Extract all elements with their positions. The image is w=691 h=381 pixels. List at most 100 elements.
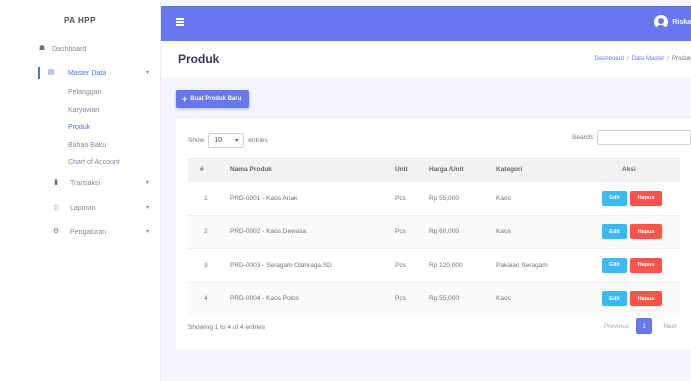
add-product-label: Buat Produk Baru	[190, 96, 242, 102]
cell-no: 4	[204, 295, 208, 303]
cell-harga: Rp 55,000	[429, 194, 459, 202]
chevron-down-icon: ▾	[146, 205, 150, 211]
col-header-aksi[interactable]: Aksi	[622, 157, 636, 181]
table-header: # ↑↓ Nama Produk ↑↓ Unit Harga /Unit Kat…	[188, 157, 680, 181]
cell-harga: Rp 55,000	[429, 295, 459, 303]
cell-harga: Rp 60,000	[429, 228, 459, 236]
database-icon: ▤	[47, 69, 55, 76]
plus-icon: +	[182, 93, 188, 104]
breadcrumb-current: Produk	[671, 56, 691, 62]
cell-nama: PRD-0004 - Kaos Polos	[230, 295, 300, 303]
cell-nama: PRD-0001 - Kaos Anak	[230, 194, 298, 202]
sort-icon: ↑↓	[673, 166, 678, 172]
file-icon: ▯	[54, 204, 58, 211]
product-table-card: Show 10 ▾ entries Search: # ↑↓ Nama Prod…	[176, 119, 691, 349]
user-menu[interactable]: Riska	[654, 15, 691, 29]
col-header-nama-produk[interactable]: Nama Produk	[230, 157, 272, 181]
breadcrumb-dashboard[interactable]: Dashboard	[595, 56, 624, 62]
cell-nama: PRD-0002 - Kaos Dewasa	[230, 228, 307, 236]
pagination: Previous 1 Next	[597, 318, 682, 334]
table-row: 4 PRD-0004 - Kaos Polos Pcs Rp 55,000 Ka…	[188, 281, 680, 316]
edit-button[interactable]: Edit	[602, 291, 627, 307]
chevron-down-icon: ▾	[146, 229, 150, 235]
row-actions: Edit Hapus	[602, 283, 662, 316]
cell-unit: Pcs	[395, 228, 406, 236]
col-header-harga[interactable]: Harga /Unit	[429, 157, 464, 181]
table-body: 1 PRD-0001 - Kaos Anak Pcs Rp 55,000 Kao…	[188, 181, 680, 315]
sidebar-subitem-bahan-baku[interactable]: Bahan Baku	[0, 137, 161, 155]
sidebar-item-dashboard[interactable]: ☗ Dashboard	[0, 38, 161, 60]
sidebar-subitem-karyawan[interactable]: Karyawan	[0, 102, 161, 120]
row-actions: Edit Hapus	[602, 216, 662, 249]
sidebar: PA HPP ☗ Dashboard ▤ Master Data ▾ Pelan…	[0, 0, 161, 381]
cell-no: 1	[204, 194, 208, 202]
cell-kategori: Pakaian Seragam	[496, 261, 548, 269]
entries-value: 10	[214, 137, 223, 144]
sidebar-item-transaksi[interactable]: ▮ Transaksi ▾	[0, 172, 161, 194]
entries-length-control: Show 10 ▾ entries	[188, 133, 268, 148]
col-header-unit[interactable]: Unit	[395, 157, 408, 181]
row-actions: Edit Hapus	[602, 182, 662, 215]
active-indicator	[38, 67, 40, 79]
cell-unit: Pcs	[395, 261, 406, 269]
cell-kategori: Kaos	[496, 295, 511, 303]
delete-button[interactable]: Hapus	[630, 190, 662, 206]
edit-button[interactable]: Edit	[602, 257, 627, 273]
product-table: # ↑↓ Nama Produk ↑↓ Unit Harga /Unit Kat…	[188, 157, 680, 315]
sidebar-item-laporan[interactable]: ▯ Laporan ▾	[0, 197, 161, 219]
pagination-page-1[interactable]: 1	[636, 318, 652, 334]
show-label: Show	[188, 137, 205, 144]
sidebar-item-label: Dashboard	[52, 45, 87, 53]
avatar	[654, 15, 669, 29]
pagination-next[interactable]: Next	[658, 318, 682, 334]
edit-button[interactable]: Edit	[602, 190, 627, 206]
sidebar-subitem-produk[interactable]: Produk	[0, 119, 161, 137]
cell-nama: PRD-0003 - Seragam Olahraga SD	[230, 261, 332, 269]
cogs-icon: ⚙	[52, 228, 60, 235]
col-header-kategori[interactable]: Kategori	[496, 157, 522, 181]
cell-kategori: Kaos	[496, 194, 511, 202]
sidebar-item-pengaturan[interactable]: ⚙ Pengaturan ▾	[0, 221, 161, 243]
delete-button[interactable]: Hapus	[630, 224, 662, 240]
col-header-no[interactable]: #	[200, 157, 204, 181]
pagination-previous[interactable]: Previous	[597, 318, 636, 334]
page-title: Produk	[178, 52, 220, 66]
search-control: Search:	[572, 130, 691, 145]
add-product-button[interactable]: + Buat Produk Baru	[176, 90, 249, 108]
delete-button[interactable]: Hapus	[630, 291, 662, 307]
chevron-down-icon: ▾	[146, 180, 150, 186]
search-input[interactable]	[597, 130, 691, 145]
search-label: Search:	[572, 134, 595, 141]
cell-unit: Pcs	[395, 295, 406, 303]
chevron-down-icon: ▾	[235, 138, 239, 144]
page-header: Produk Dashboard / Data Master / Produk	[161, 41, 691, 77]
chevron-down-icon: ▾	[146, 70, 150, 76]
delete-button[interactable]: Hapus	[630, 257, 662, 273]
cell-harga: Rp 120,000	[429, 261, 463, 269]
table-row: 3 PRD-0003 - Seragam Olahraga SD Pcs Rp …	[188, 248, 680, 282]
cell-kategori: Kaos	[496, 228, 511, 236]
sort-icon: ↑↓	[216, 166, 221, 172]
topbar: Riska	[161, 6, 691, 41]
sidebar-item-master-data[interactable]: ▤ Master Data ▾	[0, 62, 161, 84]
breadcrumb: Dashboard / Data Master / Produk	[594, 56, 691, 62]
brand-logo[interactable]: PA HPP	[0, 0, 160, 40]
entries-select[interactable]: 10 ▾	[208, 133, 245, 148]
table-info: Showing 1 to 4 of 4 entries	[188, 324, 265, 331]
cell-unit: Pcs	[395, 194, 406, 202]
cell-no: 3	[204, 261, 208, 269]
row-actions: Edit Hapus	[602, 249, 662, 282]
hamburger-icon[interactable]	[176, 18, 184, 26]
table-row: 1 PRD-0001 - Kaos Anak Pcs Rp 55,000 Kao…	[188, 181, 680, 215]
folder-icon: ▮	[54, 179, 58, 186]
breadcrumb-data-master[interactable]: Data Master	[632, 56, 665, 62]
sort-icon: ↑↓	[571, 166, 576, 172]
table-row: 2 PRD-0002 - Kaos Dewasa Pcs Rp 60,000 K…	[188, 214, 680, 249]
entries-label: entries	[248, 137, 268, 144]
user-name: Riska	[672, 18, 691, 26]
sidebar-subitem-chart-of-account[interactable]: Chart of Account	[0, 154, 161, 172]
sidebar-subitem-pelanggan[interactable]: Pelanggan	[0, 84, 161, 102]
edit-button[interactable]: Edit	[602, 224, 627, 240]
sort-icon: ↑↓	[381, 166, 386, 172]
cell-no: 2	[204, 228, 208, 236]
